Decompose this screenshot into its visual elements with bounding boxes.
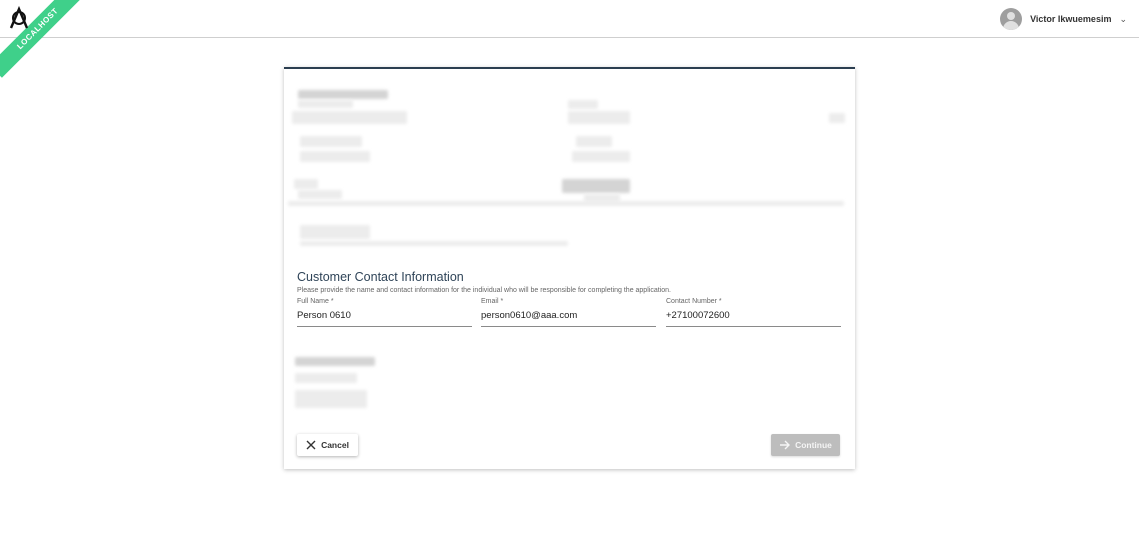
redacted-text (576, 136, 612, 147)
redacted-text (300, 225, 370, 239)
application-card: Customer Contact Information Please prov… (284, 67, 855, 469)
redacted-text (300, 241, 568, 246)
redacted-text (562, 179, 630, 193)
continue-label: Continue (795, 440, 832, 450)
contact-number-field[interactable]: Contact Number * +27100072600 (666, 298, 841, 327)
arrow-right-icon (780, 440, 791, 450)
field-label: Full Name * (297, 298, 334, 305)
section-description: Please provide the name and contact info… (297, 287, 671, 294)
redacted-text (294, 179, 318, 189)
field-label: Email * (481, 298, 504, 305)
redacted-text (300, 136, 362, 147)
full-name-field[interactable]: Full Name * Person 0610 (297, 298, 472, 327)
field-label: Contact Number * (666, 298, 722, 305)
cancel-label: Cancel (321, 440, 349, 450)
redacted-text (298, 100, 353, 108)
cancel-button[interactable]: Cancel (297, 434, 358, 456)
email-field[interactable]: Email * person0610@aaa.com (481, 298, 656, 327)
redacted-text (298, 190, 342, 199)
continue-button[interactable]: Continue (771, 434, 840, 456)
full-name-value[interactable]: Person 0610 (297, 310, 351, 321)
email-value[interactable]: person0610@aaa.com (481, 310, 577, 321)
redacted-text (829, 113, 845, 123)
app-logo-icon[interactable] (8, 6, 30, 30)
redacted-text (568, 100, 598, 109)
top-bar: LOCALHOST Victor Ikwuemesim ⌄ (0, 0, 1139, 78)
chevron-down-icon[interactable]: ⌄ (1119, 14, 1127, 25)
redacted-text (568, 111, 630, 124)
redacted-text (295, 373, 357, 383)
redacted-text (300, 151, 370, 162)
section-title: Customer Contact Information (297, 270, 464, 284)
redacted-text (298, 90, 388, 99)
redacted-text (295, 390, 367, 408)
contact-number-value[interactable]: +27100072600 (666, 310, 730, 321)
user-menu[interactable]: Victor Ikwuemesim ⌄ (1000, 7, 1127, 31)
redacted-text (572, 151, 630, 162)
redacted-text (292, 111, 407, 124)
redacted-text (295, 357, 375, 366)
redacted-text (288, 201, 844, 206)
avatar[interactable] (1000, 8, 1023, 30)
user-name[interactable]: Victor Ikwuemesim (1030, 14, 1111, 24)
close-icon (306, 440, 316, 450)
